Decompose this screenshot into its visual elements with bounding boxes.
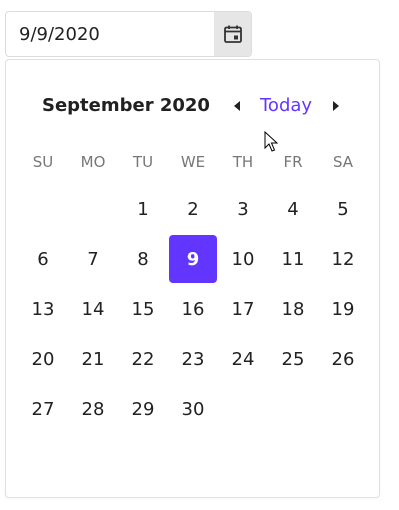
day-cell[interactable]: 6 bbox=[18, 234, 68, 284]
day-cell[interactable]: 23 bbox=[168, 334, 218, 384]
day-cell[interactable]: 18 bbox=[268, 284, 318, 334]
day-label: 16 bbox=[181, 298, 205, 320]
weekday-label: FR bbox=[283, 153, 303, 171]
day-cell[interactable]: 29 bbox=[118, 384, 168, 434]
day-label: 24 bbox=[231, 348, 255, 370]
day-cell[interactable]: 12 bbox=[318, 234, 368, 284]
weekday-label: SA bbox=[332, 153, 354, 171]
day-cell[interactable]: 2 bbox=[168, 184, 218, 234]
day-cell[interactable]: 21 bbox=[68, 334, 118, 384]
day-label: 27 bbox=[31, 398, 55, 420]
day-label: 15 bbox=[131, 298, 155, 320]
day-label: 11 bbox=[281, 248, 305, 270]
day-cell[interactable]: 8 bbox=[118, 234, 168, 284]
day-label: 19 bbox=[331, 298, 355, 320]
day-label: 18 bbox=[281, 298, 305, 320]
day-cell[interactable]: 25 bbox=[268, 334, 318, 384]
day-label: 29 bbox=[131, 398, 155, 420]
day-label: 17 bbox=[231, 298, 255, 320]
day-cell[interactable]: 27 bbox=[18, 384, 68, 434]
day-cell[interactable]: 1 bbox=[118, 184, 168, 234]
day-label: 6 bbox=[37, 248, 49, 270]
mouse-pointer-icon bbox=[264, 131, 278, 152]
selected-day-cell[interactable]: 9 bbox=[168, 234, 218, 284]
empty-day-cell bbox=[18, 184, 68, 234]
day-label: 14 bbox=[81, 298, 105, 320]
calendar-header: September 2020 Today bbox=[6, 90, 379, 122]
today-button[interactable]: Today bbox=[260, 90, 312, 122]
day-cell[interactable]: 5 bbox=[318, 184, 368, 234]
day-label: 23 bbox=[181, 348, 205, 370]
day-cell[interactable]: 20 bbox=[18, 334, 68, 384]
date-input-value[interactable]: 9/9/2020 bbox=[19, 12, 100, 56]
day-cell[interactable]: 7 bbox=[68, 234, 118, 284]
day-label: 22 bbox=[131, 348, 155, 370]
day-cell[interactable]: 24 bbox=[218, 334, 268, 384]
day-cell[interactable]: 17 bbox=[218, 284, 268, 334]
day-label: 2 bbox=[187, 198, 199, 220]
caret-right-icon bbox=[333, 101, 339, 111]
date-input[interactable]: 9/9/2020 bbox=[5, 11, 252, 57]
days-grid: 1 2 3 4 5 6 7 8 9 10 11 12 13 14 15 16 17 18 19 20 21 22 23 24 2… bbox=[18, 184, 368, 434]
weekday-header-row: SU MO TU WE TH FR SA bbox=[18, 150, 368, 174]
day-label: 7 bbox=[87, 248, 99, 270]
day-cell[interactable]: 3 bbox=[218, 184, 268, 234]
day-label: 13 bbox=[31, 298, 55, 320]
day-label: 12 bbox=[331, 248, 355, 270]
day-cell[interactable]: 10 bbox=[218, 234, 268, 284]
weekday-label: WE bbox=[180, 153, 206, 171]
day-label: 10 bbox=[231, 248, 255, 270]
day-label: 28 bbox=[81, 398, 105, 420]
caret-left-icon bbox=[234, 101, 240, 111]
day-label: 25 bbox=[281, 348, 305, 370]
selected-day-label: 9 bbox=[169, 235, 217, 283]
day-label: 21 bbox=[81, 348, 105, 370]
day-label: 4 bbox=[287, 198, 299, 220]
day-cell[interactable]: 4 bbox=[268, 184, 318, 234]
previous-month-button[interactable] bbox=[229, 98, 245, 114]
weekday-label: MO bbox=[80, 153, 106, 171]
calendar-popup: September 2020 Today SU MO TU WE TH FR SA 1234… bbox=[5, 59, 380, 498]
empty-day-cell bbox=[68, 184, 118, 234]
day-cell[interactable]: 11 bbox=[268, 234, 318, 284]
weekday-label: SU bbox=[32, 153, 54, 171]
calendar-icon bbox=[223, 25, 242, 43]
day-label: 3 bbox=[237, 198, 249, 220]
day-label: 5 bbox=[337, 198, 349, 220]
day-cell[interactable]: 16 bbox=[168, 284, 218, 334]
day-cell[interactable]: 28 bbox=[68, 384, 118, 434]
weekday-label: TH bbox=[232, 153, 254, 171]
day-label: 30 bbox=[181, 398, 205, 420]
month-title[interactable]: September 2020 bbox=[42, 90, 210, 122]
day-cell[interactable]: 26 bbox=[318, 334, 368, 384]
day-label: 26 bbox=[331, 348, 355, 370]
day-cell[interactable]: 14 bbox=[68, 284, 118, 334]
day-label: 20 bbox=[31, 348, 55, 370]
datepicker-root: 9/9/2020 September 2020 Today SU MO TU W… bbox=[0, 0, 399, 510]
day-cell[interactable]: 30 bbox=[168, 384, 218, 434]
weekday-label: TU bbox=[132, 153, 154, 171]
day-label: 8 bbox=[137, 248, 149, 270]
day-label: 1 bbox=[137, 198, 149, 220]
day-cell[interactable]: 15 bbox=[118, 284, 168, 334]
day-cell[interactable]: 13 bbox=[18, 284, 68, 334]
next-month-button[interactable] bbox=[328, 98, 344, 114]
day-cell[interactable]: 19 bbox=[318, 284, 368, 334]
calendar-toggle-button[interactable] bbox=[214, 12, 251, 56]
day-cell[interactable]: 22 bbox=[118, 334, 168, 384]
